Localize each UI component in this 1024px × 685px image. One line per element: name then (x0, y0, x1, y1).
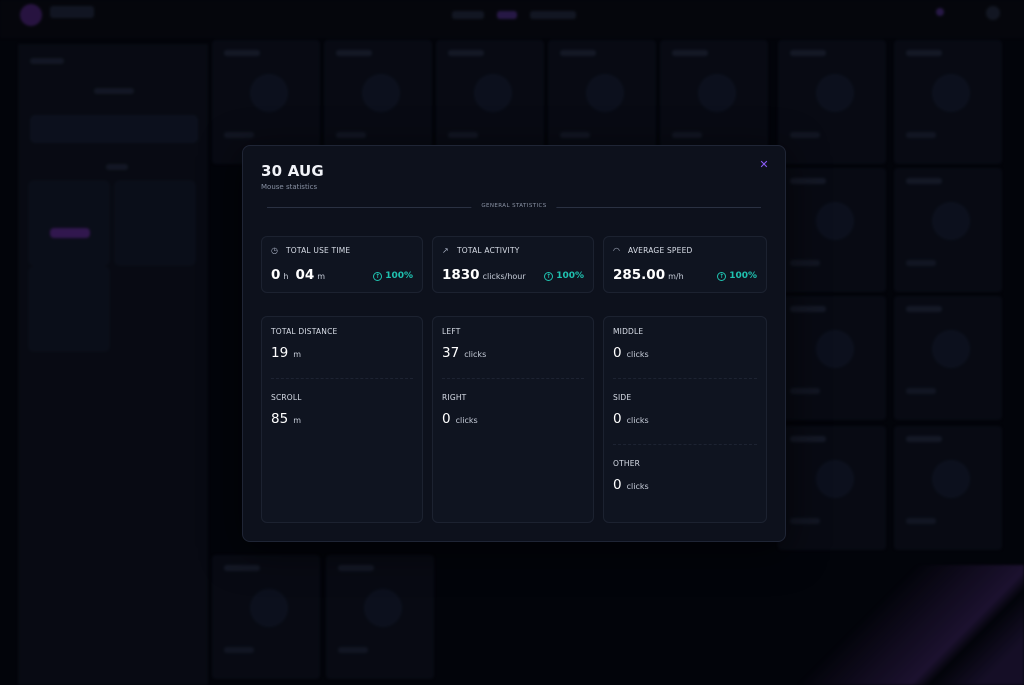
modal-title: 30 AUG (261, 162, 324, 180)
stat-value: 0 (613, 477, 622, 493)
minutes-unit: m (317, 272, 326, 281)
stat-unit: clicks (626, 482, 649, 491)
row-divider (613, 444, 757, 445)
stat-other: OTHER 0 clicks (613, 459, 649, 493)
stat-value: 85 (271, 411, 289, 427)
distance-card: TOTAL DISTANCE 19 m SCROLL 85 m (261, 316, 423, 523)
stat-value: 0 (442, 411, 451, 427)
change-indicator: ↑ 100% (717, 271, 757, 281)
stat-right: RIGHT 0 clicks (442, 393, 478, 427)
change-value: 100% (729, 271, 757, 281)
section-label: GENERAL STATISTICS (471, 203, 557, 209)
arrow-up-icon: ↑ (717, 271, 727, 281)
stat-side: SIDE 0 clicks (613, 393, 649, 427)
stat-value: 0 (613, 345, 622, 361)
stat-value: 37 (442, 345, 460, 361)
activity-unit: clicks/hour (482, 272, 526, 281)
hours-unit: h (283, 272, 289, 281)
card-label: TOTAL USE TIME (286, 246, 351, 255)
arrow-up-icon: ↑ (544, 271, 554, 281)
card-label: AVERAGE SPEED (628, 246, 693, 255)
stat-unit: clicks (626, 416, 649, 425)
stat-label: RIGHT (442, 393, 467, 402)
stat-total-distance: TOTAL DISTANCE 19 m (271, 327, 337, 361)
activity-value: 1830 (442, 267, 480, 283)
average-speed-card: ◠ AVERAGE SPEED 285.00 m/h ↑ 100% (603, 236, 767, 293)
clock-icon: ◷ (271, 246, 278, 255)
stat-unit: clicks (464, 350, 487, 359)
speedometer-icon: ◠ (613, 246, 620, 255)
hours-value: 0 (271, 267, 281, 283)
speed-value: 285.00 (613, 267, 666, 283)
speed-unit: m/h (668, 272, 684, 281)
change-indicator: ↑ 100% (544, 271, 584, 281)
stat-unit: clicks (455, 416, 478, 425)
close-icon[interactable]: ✕ (757, 158, 771, 172)
arrow-up-icon: ↑ (373, 271, 383, 281)
minutes-value: 04 (295, 267, 315, 283)
change-value: 100% (556, 271, 584, 281)
modal-subtitle: Mouse statistics (261, 183, 318, 191)
stat-label: LEFT (442, 327, 461, 336)
buttons-card-secondary: MIDDLE 0 clicks SIDE 0 clicks OTHER 0 cl… (603, 316, 767, 523)
stat-unit: m (293, 416, 301, 425)
card-label: TOTAL ACTIVITY (457, 246, 520, 255)
row-divider (613, 378, 757, 379)
stat-label: TOTAL DISTANCE (271, 327, 338, 336)
stat-label: SCROLL (271, 393, 302, 402)
buttons-card-primary: LEFT 37 clicks RIGHT 0 clicks (432, 316, 594, 523)
stats-modal: 30 AUG Mouse statistics ✕ GENERAL STATIS… (242, 145, 786, 542)
stat-label: SIDE (613, 393, 632, 402)
stat-scroll: SCROLL 85 m (271, 393, 302, 427)
row-divider (271, 378, 413, 379)
total-activity-card: ↗ TOTAL ACTIVITY 1830 clicks/hour ↑ 100% (432, 236, 594, 293)
stat-label: OTHER (613, 459, 641, 468)
row-divider (442, 378, 584, 379)
stat-label: MIDDLE (613, 327, 644, 336)
stat-middle: MIDDLE 0 clicks (613, 327, 649, 361)
change-indicator: ↑ 100% (373, 271, 413, 281)
stat-left: LEFT 37 clicks (442, 327, 486, 361)
change-value: 100% (385, 271, 413, 281)
trend-up-icon: ↗ (442, 246, 449, 255)
stat-value: 0 (613, 411, 622, 427)
stat-value: 19 (271, 345, 289, 361)
total-use-time-card: ◷ TOTAL USE TIME 0 h 04 m ↑ 100% (261, 236, 423, 293)
stat-unit: m (293, 350, 301, 359)
stat-unit: clicks (626, 350, 649, 359)
